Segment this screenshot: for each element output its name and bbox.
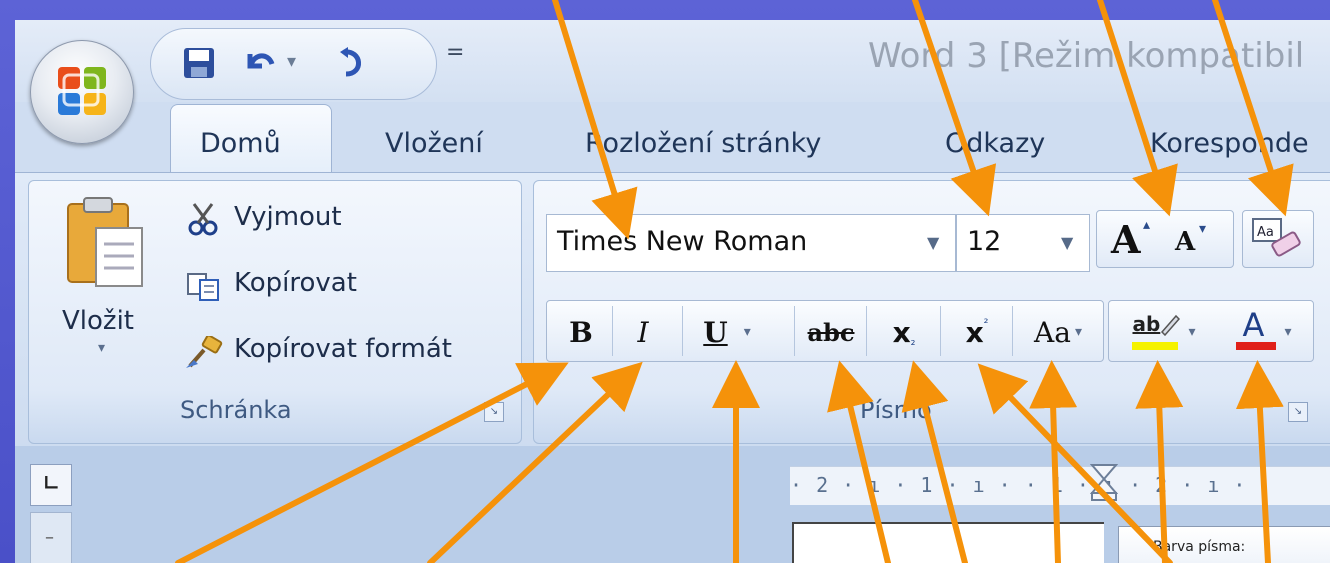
undo-icon <box>247 53 275 69</box>
redo-icon <box>340 47 361 77</box>
ruler-ticks: · 2 · ı · 1 · ı · · 1 · ı · 2 · ı · <box>790 473 1247 497</box>
format-painter-button[interactable]: Kopírovat formát <box>180 332 510 374</box>
separator <box>940 306 941 356</box>
paste-button[interactable]: Vložit ▾ <box>60 194 150 356</box>
cut-label: Vyjmout <box>234 202 342 232</box>
grow-font-label: A <box>1111 217 1141 262</box>
tab-page-layout[interactable]: Rozložení stránky <box>585 128 821 159</box>
bold-label: B <box>569 315 593 349</box>
text-highlight-button[interactable]: ab ▾ <box>1118 312 1208 352</box>
document-page[interactable] <box>792 522 1104 563</box>
separator <box>612 306 613 356</box>
office-logo-icon <box>58 67 106 115</box>
grow-shrink-font-buttons: A ▴ A ▾ <box>1096 210 1234 268</box>
font-group-label: Písmo <box>860 396 932 424</box>
copy-icon <box>187 273 219 301</box>
office-button[interactable] <box>30 40 134 144</box>
paste-dropdown-arrow-icon: ▾ <box>98 340 106 356</box>
svg-text:Aa: Aa <box>1257 225 1274 240</box>
window-title: Word 3 [Režim kompatibil <box>868 36 1305 76</box>
font-size-combo[interactable]: 12 ▼ <box>956 214 1090 272</box>
highlight-label: ab <box>1132 312 1161 336</box>
highlighter-icon: ab <box>1130 312 1181 352</box>
tab-mailings[interactable]: Koresponde <box>1150 128 1309 159</box>
superscript-button[interactable]: x ² <box>946 312 1008 352</box>
font-size-value: 12 <box>967 226 1002 257</box>
tab-selector-button[interactable]: ∟ <box>30 464 72 506</box>
subscript-label: x <box>892 315 911 349</box>
clipboard-group-label: Schránka <box>180 396 292 424</box>
customize-toolbar-button[interactable]: = <box>446 40 464 65</box>
undo-button[interactable] <box>239 43 279 83</box>
font-color-button[interactable]: A ▾ <box>1216 306 1306 352</box>
copy-button[interactable]: Kopírovat <box>180 266 500 308</box>
horizontal-ruler[interactable]: · 2 · ı · 1 · ı · · 1 · ı · 2 · ı · <box>790 463 1330 505</box>
undo-dropdown-arrow-icon[interactable]: ▾ <box>287 51 296 72</box>
redo-button[interactable] <box>331 43 371 83</box>
clear-formatting-icon: Aa <box>1252 218 1301 257</box>
font-name-value: Times New Roman <box>557 226 808 257</box>
indent-marker-icon[interactable] <box>1090 463 1118 501</box>
underline-dropdown-arrow-icon[interactable]: ▾ <box>744 324 751 340</box>
italic-button[interactable]: I <box>618 312 668 352</box>
save-icon <box>184 48 214 78</box>
font-name-dropdown-arrow-icon[interactable]: ▼ <box>927 233 939 252</box>
change-case-button[interactable]: Aa ▾ <box>1016 312 1100 352</box>
font-dialog-launcher[interactable]: ↘ <box>1288 402 1308 422</box>
strikethrough-button[interactable]: abc <box>800 312 862 352</box>
font-color-dropdown-arrow-icon[interactable]: ▾ <box>1284 324 1291 340</box>
shrink-font-label: A <box>1175 227 1196 257</box>
subscript-button[interactable]: x ₂ <box>872 312 936 352</box>
scissors-icon <box>188 203 218 236</box>
shrink-font-arrow-icon: ▾ <box>1199 221 1207 237</box>
highlight-swatch <box>1132 342 1179 350</box>
separator <box>682 306 683 356</box>
grow-font-button[interactable]: A ▴ <box>1105 217 1165 262</box>
clipboard-dialog-launcher[interactable]: ↘ <box>484 402 504 422</box>
underline-label: U <box>703 315 728 349</box>
clipboard-icon <box>67 197 143 287</box>
format-painter-icon <box>186 336 223 368</box>
font-name-combo[interactable]: Times New Roman ▼ <box>546 214 956 272</box>
separator <box>866 306 867 356</box>
copy-label: Kopírovat <box>234 268 357 298</box>
grow-font-arrow-icon: ▴ <box>1143 217 1151 233</box>
italic-label: I <box>637 315 649 349</box>
bold-button[interactable]: B <box>556 312 606 352</box>
separator <box>794 306 795 356</box>
tab-references[interactable]: Odkazy <box>945 128 1045 159</box>
separator <box>1012 306 1013 356</box>
change-case-label: Aa <box>1034 315 1071 349</box>
cut-button[interactable]: Vyjmout <box>180 200 500 242</box>
underline-button[interactable]: U ▾ <box>692 312 762 352</box>
tab-stop-icon: ∟ <box>43 471 60 495</box>
tooltip-text: Barva písma: <box>1153 539 1246 555</box>
subscript-marker-icon: ₂ <box>910 334 916 348</box>
font-size-dropdown-arrow-icon[interactable]: ▼ <box>1061 233 1073 252</box>
clear-formatting-button[interactable]: Aa <box>1242 210 1314 268</box>
font-color-swatch <box>1236 342 1277 350</box>
font-color-tooltip: Barva písma: <box>1118 526 1330 563</box>
superscript-label: x <box>965 315 984 349</box>
strikethrough-label: abc <box>807 317 855 347</box>
app-window: Word 3 [Režim kompatibil ▾ = Domů Vložen… <box>0 0 1330 563</box>
highlight-dropdown-arrow-icon[interactable]: ▾ <box>1188 324 1195 340</box>
font-color-icon: A <box>1230 306 1280 352</box>
tab-home[interactable]: Domů <box>200 128 281 159</box>
save-button[interactable] <box>179 43 219 83</box>
marker-pen-icon <box>1161 314 1181 336</box>
tab-insert[interactable]: Vložení <box>385 128 483 159</box>
change-case-dropdown-arrow-icon[interactable]: ▾ <box>1075 324 1082 340</box>
ruler-mark-icon: – <box>45 527 54 548</box>
superscript-marker-icon: ² <box>983 316 989 330</box>
paste-label: Vložit <box>62 306 134 336</box>
shrink-font-button[interactable]: A ▾ <box>1169 217 1229 261</box>
vertical-ruler[interactable]: – <box>30 512 72 563</box>
format-painter-label: Kopírovat formát <box>234 334 452 364</box>
font-color-label: A <box>1242 306 1265 344</box>
quick-access-toolbar: ▾ <box>150 28 437 100</box>
